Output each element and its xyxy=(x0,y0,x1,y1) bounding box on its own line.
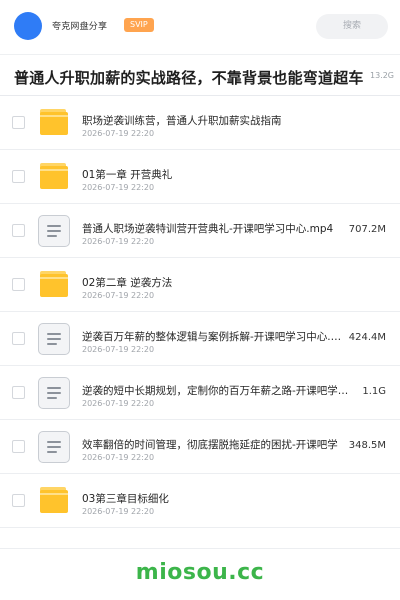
row-checkbox[interactable] xyxy=(12,116,25,129)
file-name[interactable]: 逆袭的短中长期规划，定制你的百万年薪之路-开课吧学… xyxy=(82,383,350,398)
folder-icon xyxy=(38,269,70,301)
document-icon xyxy=(38,377,70,409)
file-date: 2026-07-19 22:20 xyxy=(82,129,155,138)
folder-icon xyxy=(38,107,70,139)
folder-icon xyxy=(38,161,70,193)
file-name[interactable]: 职场逆袭训练营，普通人升职加薪实战指南 xyxy=(82,113,382,128)
file-row[interactable]: 职场逆袭训练营，普通人升职加薪实战指南 2026-07-19 22:20 xyxy=(0,96,400,150)
search-input[interactable]: 搜索 xyxy=(316,14,388,39)
header: 夸克网盘分享 SVIP 搜索 xyxy=(0,0,400,52)
divider xyxy=(0,548,400,549)
row-checkbox[interactable] xyxy=(12,278,25,291)
file-name[interactable]: 01第一章 开营典礼 xyxy=(82,167,382,182)
file-row[interactable]: 逆袭的短中长期规划，定制你的百万年薪之路-开课吧学… 2026-07-19 22:… xyxy=(0,366,400,420)
file-name[interactable]: 效率翻倍的时间管理，彻底摆脱拖延症的困扰-开课吧学 xyxy=(82,437,350,452)
avatar[interactable] xyxy=(14,12,42,40)
share-page: 夸克网盘分享 SVIP 搜索 普通人升职加薪的实战路径，不靠背景也能弯道超车 1… xyxy=(0,0,400,600)
document-icon xyxy=(38,323,70,355)
row-checkbox[interactable] xyxy=(12,386,25,399)
file-row[interactable]: 普通人职场逆袭特训营开营典礼-开课吧学习中心.mp4 2026-07-19 22:… xyxy=(0,204,400,258)
file-row[interactable]: 02第二章 逆袭方法 2026-07-19 22:20 xyxy=(0,258,400,312)
folder-icon xyxy=(38,485,70,517)
file-date: 2026-07-19 22:20 xyxy=(82,345,155,354)
file-size: 707.2M xyxy=(348,224,386,235)
document-icon xyxy=(38,431,70,463)
share-size: 13.2G xyxy=(369,71,394,80)
file-list: 职场逆袭训练营，普通人升职加薪实战指南 2026-07-19 22:20 01第一章… xyxy=(0,96,400,528)
file-name[interactable]: 逆袭百万年薪的整体逻辑与案例拆解-开课吧学习中心.… xyxy=(82,329,350,344)
share-title: 普通人升职加薪的实战路径，不靠背景也能弯道超车 xyxy=(14,69,364,87)
file-name[interactable]: 普通人职场逆袭特训营开营典礼-开课吧学习中心.mp4 xyxy=(82,221,350,236)
file-date: 2026-07-19 22:20 xyxy=(82,237,155,246)
file-row[interactable]: 逆袭百万年薪的整体逻辑与案例拆解-开课吧学习中心.… 2026-07-19 22:… xyxy=(0,312,400,366)
file-date: 2026-07-19 22:20 xyxy=(82,507,155,516)
file-date: 2026-07-19 22:20 xyxy=(82,183,155,192)
file-date: 2026-07-19 22:20 xyxy=(82,453,155,462)
row-checkbox[interactable] xyxy=(12,224,25,237)
file-name[interactable]: 03第三章目标细化 xyxy=(82,491,382,506)
document-icon xyxy=(38,215,70,247)
file-row[interactable]: 03第三章目标细化 2026-07-19 22:20 xyxy=(0,474,400,528)
file-date: 2026-07-19 22:20 xyxy=(82,399,155,408)
file-name[interactable]: 02第二章 逆袭方法 xyxy=(82,275,382,290)
user-name: 夸克网盘分享 xyxy=(52,22,108,32)
file-size: 424.4M xyxy=(348,332,386,343)
file-row[interactable]: 效率翻倍的时间管理，彻底摆脱拖延症的困扰-开课吧学 2026-07-19 22:2… xyxy=(0,420,400,474)
share-title-bar: 普通人升职加薪的实战路径，不靠背景也能弯道超车 13.2G xyxy=(0,54,400,96)
row-checkbox[interactable] xyxy=(12,170,25,183)
svip-badge: SVIP xyxy=(124,18,154,32)
watermark: miosou.cc xyxy=(135,560,265,585)
row-checkbox[interactable] xyxy=(12,494,25,507)
row-checkbox[interactable] xyxy=(12,332,25,345)
file-row[interactable]: 01第一章 开营典礼 2026-07-19 22:20 xyxy=(0,150,400,204)
file-size: 1.1G xyxy=(362,386,386,397)
row-checkbox[interactable] xyxy=(12,440,25,453)
file-date: 2026-07-19 22:20 xyxy=(82,291,155,300)
file-size: 348.5M xyxy=(348,440,386,451)
